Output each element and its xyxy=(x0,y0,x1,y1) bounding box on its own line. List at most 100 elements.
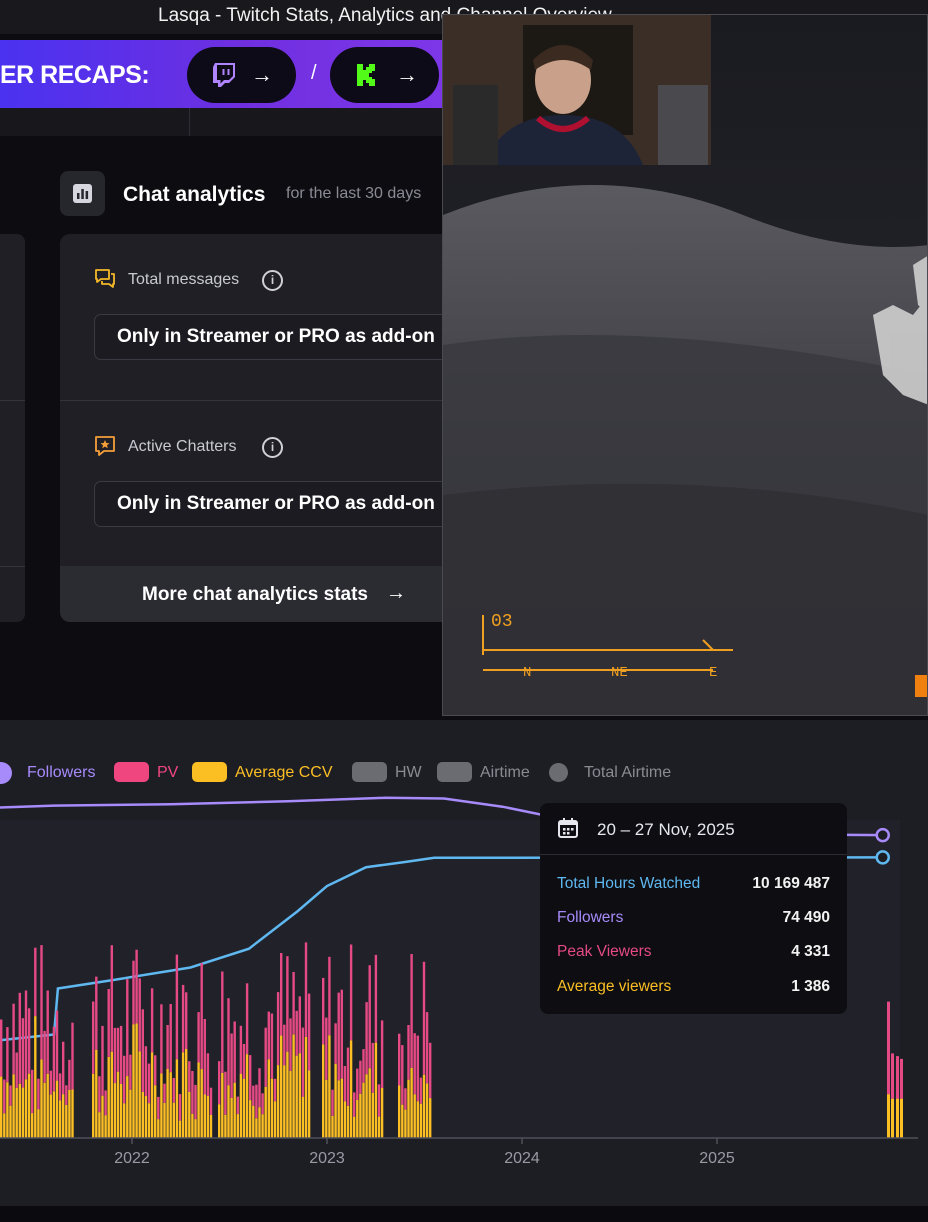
pv-bar xyxy=(401,1045,404,1105)
banner-separator: / xyxy=(311,62,317,84)
pv-bar xyxy=(242,1044,246,1079)
average-ccv-bar xyxy=(239,1073,243,1138)
sub-navigation-bar xyxy=(0,108,448,136)
page-bottom xyxy=(0,1206,928,1222)
pv-bar xyxy=(166,1025,169,1069)
legend-label: Total Airtime xyxy=(584,764,672,781)
pv-bar xyxy=(172,1078,175,1103)
stream-video-overlay[interactable]: 03 N NE E xyxy=(442,14,928,716)
pv-bar xyxy=(353,1092,356,1117)
more-chat-analytics-link[interactable]: More chat analytics stats → xyxy=(60,566,460,622)
average-ccv-bar xyxy=(185,1049,188,1138)
recaps-banner: ER RECAPS: → / → xyxy=(0,40,448,108)
average-ccv-bar xyxy=(249,1100,252,1138)
pv-bar xyxy=(209,1087,213,1115)
average-ccv-bar xyxy=(346,1105,350,1138)
average-ccv-bar xyxy=(92,1073,95,1138)
average-ccv-bar xyxy=(62,1094,65,1138)
average-ccv-bar xyxy=(224,1114,227,1138)
average-ccv-bar xyxy=(191,1113,194,1138)
average-ccv-bar xyxy=(163,1102,166,1138)
pv-bar xyxy=(95,976,98,1050)
left-stats-card xyxy=(0,234,25,622)
pv-bar xyxy=(169,1004,172,1073)
average-ccv-bar xyxy=(160,1073,163,1138)
average-ccv-bar xyxy=(200,1069,203,1138)
pv-bar xyxy=(21,1018,25,1088)
info-icon[interactable]: i xyxy=(262,270,283,291)
pv-bar xyxy=(362,1049,365,1083)
pv-bar xyxy=(92,1001,95,1074)
tooltip-date: 20 – 27 Nov, 2025 xyxy=(597,820,735,839)
average-ccv-bar xyxy=(337,1080,340,1138)
tooltip-value: 74 490 xyxy=(782,909,830,926)
twitch-recap-button[interactable]: → xyxy=(187,47,296,103)
average-ccv-bar xyxy=(34,1016,37,1138)
average-ccv-bar xyxy=(264,1086,267,1138)
pv-bar xyxy=(298,996,301,1054)
legend-label: Followers xyxy=(27,764,96,781)
average-ccv-bar xyxy=(132,1024,135,1138)
arrow-right-icon: → xyxy=(251,62,273,87)
average-ccv-bar xyxy=(166,1068,169,1138)
kick-recap-button[interactable]: → xyxy=(330,47,439,103)
tooltip-label: Average viewers xyxy=(557,978,672,995)
average-ccv-bar xyxy=(295,1055,298,1138)
average-ccv-bar xyxy=(154,1085,157,1138)
pv-bar xyxy=(40,945,43,1060)
pv-bar xyxy=(129,1054,132,1090)
total-messages-label: Total messages xyxy=(128,271,240,288)
pv-bar xyxy=(301,1027,305,1097)
pv-bar xyxy=(34,947,37,1016)
average-ccv-bar xyxy=(197,1062,200,1138)
average-ccv-bar xyxy=(230,1098,233,1138)
pv-bar xyxy=(398,1033,401,1086)
pv-bar xyxy=(286,956,289,1052)
pv-bar xyxy=(178,1094,182,1121)
pv-bar xyxy=(126,979,129,1077)
average-ccv-bar xyxy=(218,1104,221,1138)
pv-bar xyxy=(267,1011,270,1060)
divider xyxy=(0,400,25,401)
average-ccv-bar xyxy=(380,1088,384,1138)
average-ccv-bar xyxy=(891,1098,894,1138)
average-ccv-bar xyxy=(172,1102,175,1138)
pv-bar xyxy=(422,961,426,1075)
total-messages-locked[interactable]: Only in Streamer or PRO as add-on xyxy=(94,314,460,360)
average-ccv-bar xyxy=(900,1098,903,1138)
pv-bar xyxy=(425,1012,429,1084)
pv-bar xyxy=(185,992,188,1049)
average-ccv-bar xyxy=(280,1035,283,1138)
average-ccv-bar xyxy=(21,1087,25,1138)
pv-bar xyxy=(292,972,295,1035)
info-icon[interactable]: i xyxy=(262,437,283,458)
active-chatters-locked[interactable]: Only in Streamer or PRO as add-on xyxy=(94,481,460,527)
pv-bar xyxy=(416,1035,419,1102)
pv-bar xyxy=(98,1076,101,1113)
divider xyxy=(189,108,190,136)
pv-bar xyxy=(283,1024,286,1066)
pv-bar xyxy=(307,993,311,1071)
pv-bar xyxy=(404,1088,407,1110)
pv-bar xyxy=(116,1027,120,1072)
average-ccv-bar xyxy=(353,1116,356,1138)
hud-ammo: 03 xyxy=(491,612,513,632)
pv-bar xyxy=(239,1025,243,1074)
tooltip-label: Followers xyxy=(557,909,624,926)
pv-bar xyxy=(150,988,154,1053)
average-ccv-bar xyxy=(43,1082,46,1138)
x-tick-label-2022: 2022 xyxy=(114,1150,150,1167)
pv-bar xyxy=(331,1089,334,1116)
average-ccv-bar xyxy=(169,1072,172,1138)
pv-bar xyxy=(119,1025,123,1084)
pv-bar xyxy=(31,1069,34,1114)
average-ccv-bar xyxy=(24,1079,28,1138)
legend-swatch xyxy=(352,762,387,782)
pv-bar xyxy=(896,1056,899,1099)
average-ccv-bar xyxy=(6,1082,9,1138)
chart-tooltip: 20 – 27 Nov, 2025 Total Hours Watched 10… xyxy=(540,803,847,1014)
divider xyxy=(0,566,25,567)
average-ccv-bar xyxy=(887,1094,890,1138)
pv-bar xyxy=(160,1004,163,1074)
tooltip-value: 1 386 xyxy=(791,978,830,995)
